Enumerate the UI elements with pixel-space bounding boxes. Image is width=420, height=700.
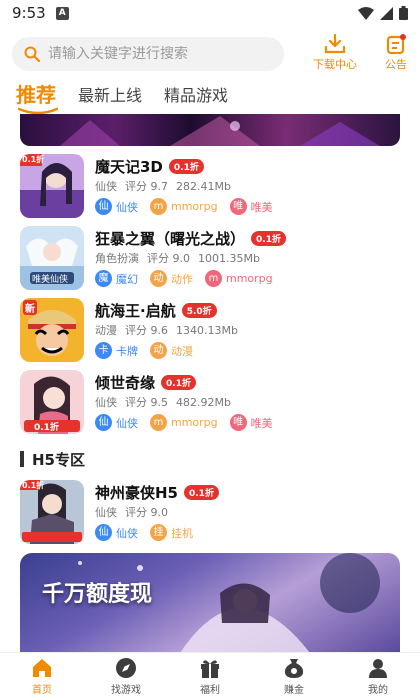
h5-section-header: H5专区	[20, 448, 85, 470]
tag-item: 仙仙侠	[95, 524, 138, 541]
tag-item: m mmorpg	[150, 414, 218, 431]
status-time: 9:53	[12, 4, 46, 22]
game-tags: 仙仙侠 挂挂机	[95, 524, 193, 541]
nav-find-games-label: 找游戏	[111, 685, 141, 696]
search-icon	[24, 46, 40, 62]
tag-item: 仙仙侠	[95, 198, 138, 215]
discount-badge: 0.1折	[251, 231, 286, 246]
compass-icon	[116, 658, 136, 678]
tag-item: 动动漫	[150, 342, 193, 359]
download-center-label: 下载中心	[313, 58, 357, 71]
banner-art	[60, 116, 380, 146]
tag-item: 魔魔幻	[95, 270, 138, 287]
tab-recommend[interactable]: 推荐	[16, 79, 58, 115]
game-item[interactable]: 新 航海王·启航 5.0折 动漫 评分 9.6 1340.13Mb 卡卡牌 动动漫	[0, 298, 420, 362]
wifi-icon	[358, 6, 374, 20]
top-banner[interactable]	[20, 114, 400, 146]
section-title: H5专区	[32, 450, 85, 469]
notice-label: 公告	[385, 58, 407, 71]
tab-premium-games[interactable]: 精品游戏	[164, 82, 228, 112]
game-title: 神州豪侠H5 0.1折	[95, 482, 219, 503]
icon-badge-text: 新	[23, 300, 37, 315]
game-icon: 0.1折	[20, 480, 84, 544]
game-icon: 新	[20, 298, 84, 362]
signal-icon	[380, 6, 393, 20]
game-meta: 仙侠 评分 9.7 282.41Mb	[95, 180, 231, 193]
game-item[interactable]: 唯美仙侠 狂暴之翼（曙光之战） 0.1折 角色扮演 评分 9.0 1001.35Mb …	[0, 226, 420, 290]
notice-icon	[386, 34, 406, 54]
download-icon	[324, 34, 346, 54]
tag-item: 唯唯美	[229, 414, 273, 431]
game-item[interactable]: 0.1折 倾世奇缘 0.1折 仙侠 评分 9.5 482.92Mb 仙仙侠 m mmor…	[0, 370, 420, 434]
game-tags: 仙仙侠 m mmorpg 唯唯美	[95, 198, 273, 215]
discount-badge: 0.1折	[168, 159, 204, 174]
game-title: 航海王·启航 5.0折	[95, 300, 217, 321]
home-icon	[33, 659, 51, 677]
nav-profile-label: 我的	[368, 685, 388, 696]
game-icon: 唯美仙侠	[20, 226, 84, 290]
game-item[interactable]: 0.1折 神州豪侠H5 0.1折 仙侠 评分 9.0 仙仙侠 挂挂机	[0, 480, 420, 544]
search-input[interactable]	[48, 46, 278, 62]
icon-badge-text: 0.1折	[34, 423, 59, 433]
game-meta: 仙侠 评分 9.0	[95, 506, 168, 519]
tab-recommend-label: 推荐	[16, 83, 56, 107]
icon-badge-text: 唯美仙侠	[32, 275, 69, 285]
icon-badge-text: 0.1折	[22, 155, 45, 164]
gift-icon	[201, 660, 219, 678]
game-tags: 魔魔幻 动动作 m mmorpg	[95, 270, 273, 287]
user-icon	[369, 659, 387, 678]
search-row: 下载中心 公告	[0, 34, 420, 76]
tab-premium-games-label: 精品游戏	[164, 86, 229, 105]
game-title: 魔天记3D 0.1折	[95, 156, 204, 177]
tag-item: 仙仙侠	[95, 414, 138, 431]
game-tags: 仙仙侠 m mmorpg 唯唯美	[95, 414, 273, 431]
notice-button[interactable]: 公告	[385, 34, 407, 72]
discount-badge: 0.1折	[184, 485, 219, 500]
coin-bag-icon	[284, 659, 304, 678]
game-icon: 0.1折	[20, 370, 84, 434]
tag-item: m mmorpg	[150, 198, 218, 215]
discount-badge: 5.0折	[181, 303, 217, 318]
category-tabs: 推荐 最新上线 精品游戏	[0, 78, 420, 115]
bottom-nav: 首页 找游戏 福利 赚金 我的	[0, 652, 420, 700]
tag-item: m mmorpg	[205, 270, 273, 287]
nav-find-games[interactable]: 找游戏	[84, 653, 168, 700]
game-meta: 角色扮演 评分 9.0 1001.35Mb	[95, 252, 260, 265]
tab-new-releases-label: 最新上线	[78, 86, 143, 105]
notification-icon: A	[55, 6, 69, 20]
tag-item: 卡卡牌	[95, 342, 138, 359]
discount-badge: 0.1折	[161, 375, 196, 390]
nav-benefits-label: 福利	[200, 685, 220, 696]
banner-text: 千万额度现	[42, 582, 153, 607]
nav-earn-label: 赚金	[284, 685, 304, 696]
game-meta: 动漫 评分 9.6 1340.13Mb	[95, 324, 238, 337]
search-box[interactable]	[12, 37, 284, 71]
nav-benefits[interactable]: 福利	[168, 653, 252, 700]
nav-home-label: 首页	[32, 685, 52, 696]
game-title: 倾世奇缘 0.1折	[95, 372, 196, 393]
section-bar	[20, 451, 24, 467]
game-icon: 0.1折	[20, 154, 84, 218]
promo-banner[interactable]: 千万额度现	[20, 553, 400, 653]
game-tags: 卡卡牌 动动漫	[95, 342, 193, 359]
tab-new-releases[interactable]: 最新上线	[78, 82, 142, 112]
game-title: 狂暴之翼（曙光之战） 0.1折	[95, 228, 286, 249]
download-center-button[interactable]: 下载中心	[313, 34, 357, 72]
game-item[interactable]: 0.1折 魔天记3D 0.1折 仙侠 评分 9.7 282.41Mb 仙仙侠 m mmo…	[0, 154, 420, 218]
nav-home[interactable]: 首页	[0, 653, 84, 700]
status-bar: 9:53 A	[0, 0, 420, 26]
icon-badge-text: 0.1折	[22, 481, 45, 490]
game-meta: 仙侠 评分 9.5 482.92Mb	[95, 396, 231, 409]
tag-item: 挂挂机	[150, 524, 193, 541]
status-icons	[358, 6, 408, 20]
nav-profile[interactable]: 我的	[336, 653, 420, 700]
tag-item: 动动作	[150, 270, 193, 287]
nav-earn[interactable]: 赚金	[252, 653, 336, 700]
battery-icon	[399, 6, 408, 20]
tag-item: 唯唯美	[229, 198, 273, 215]
